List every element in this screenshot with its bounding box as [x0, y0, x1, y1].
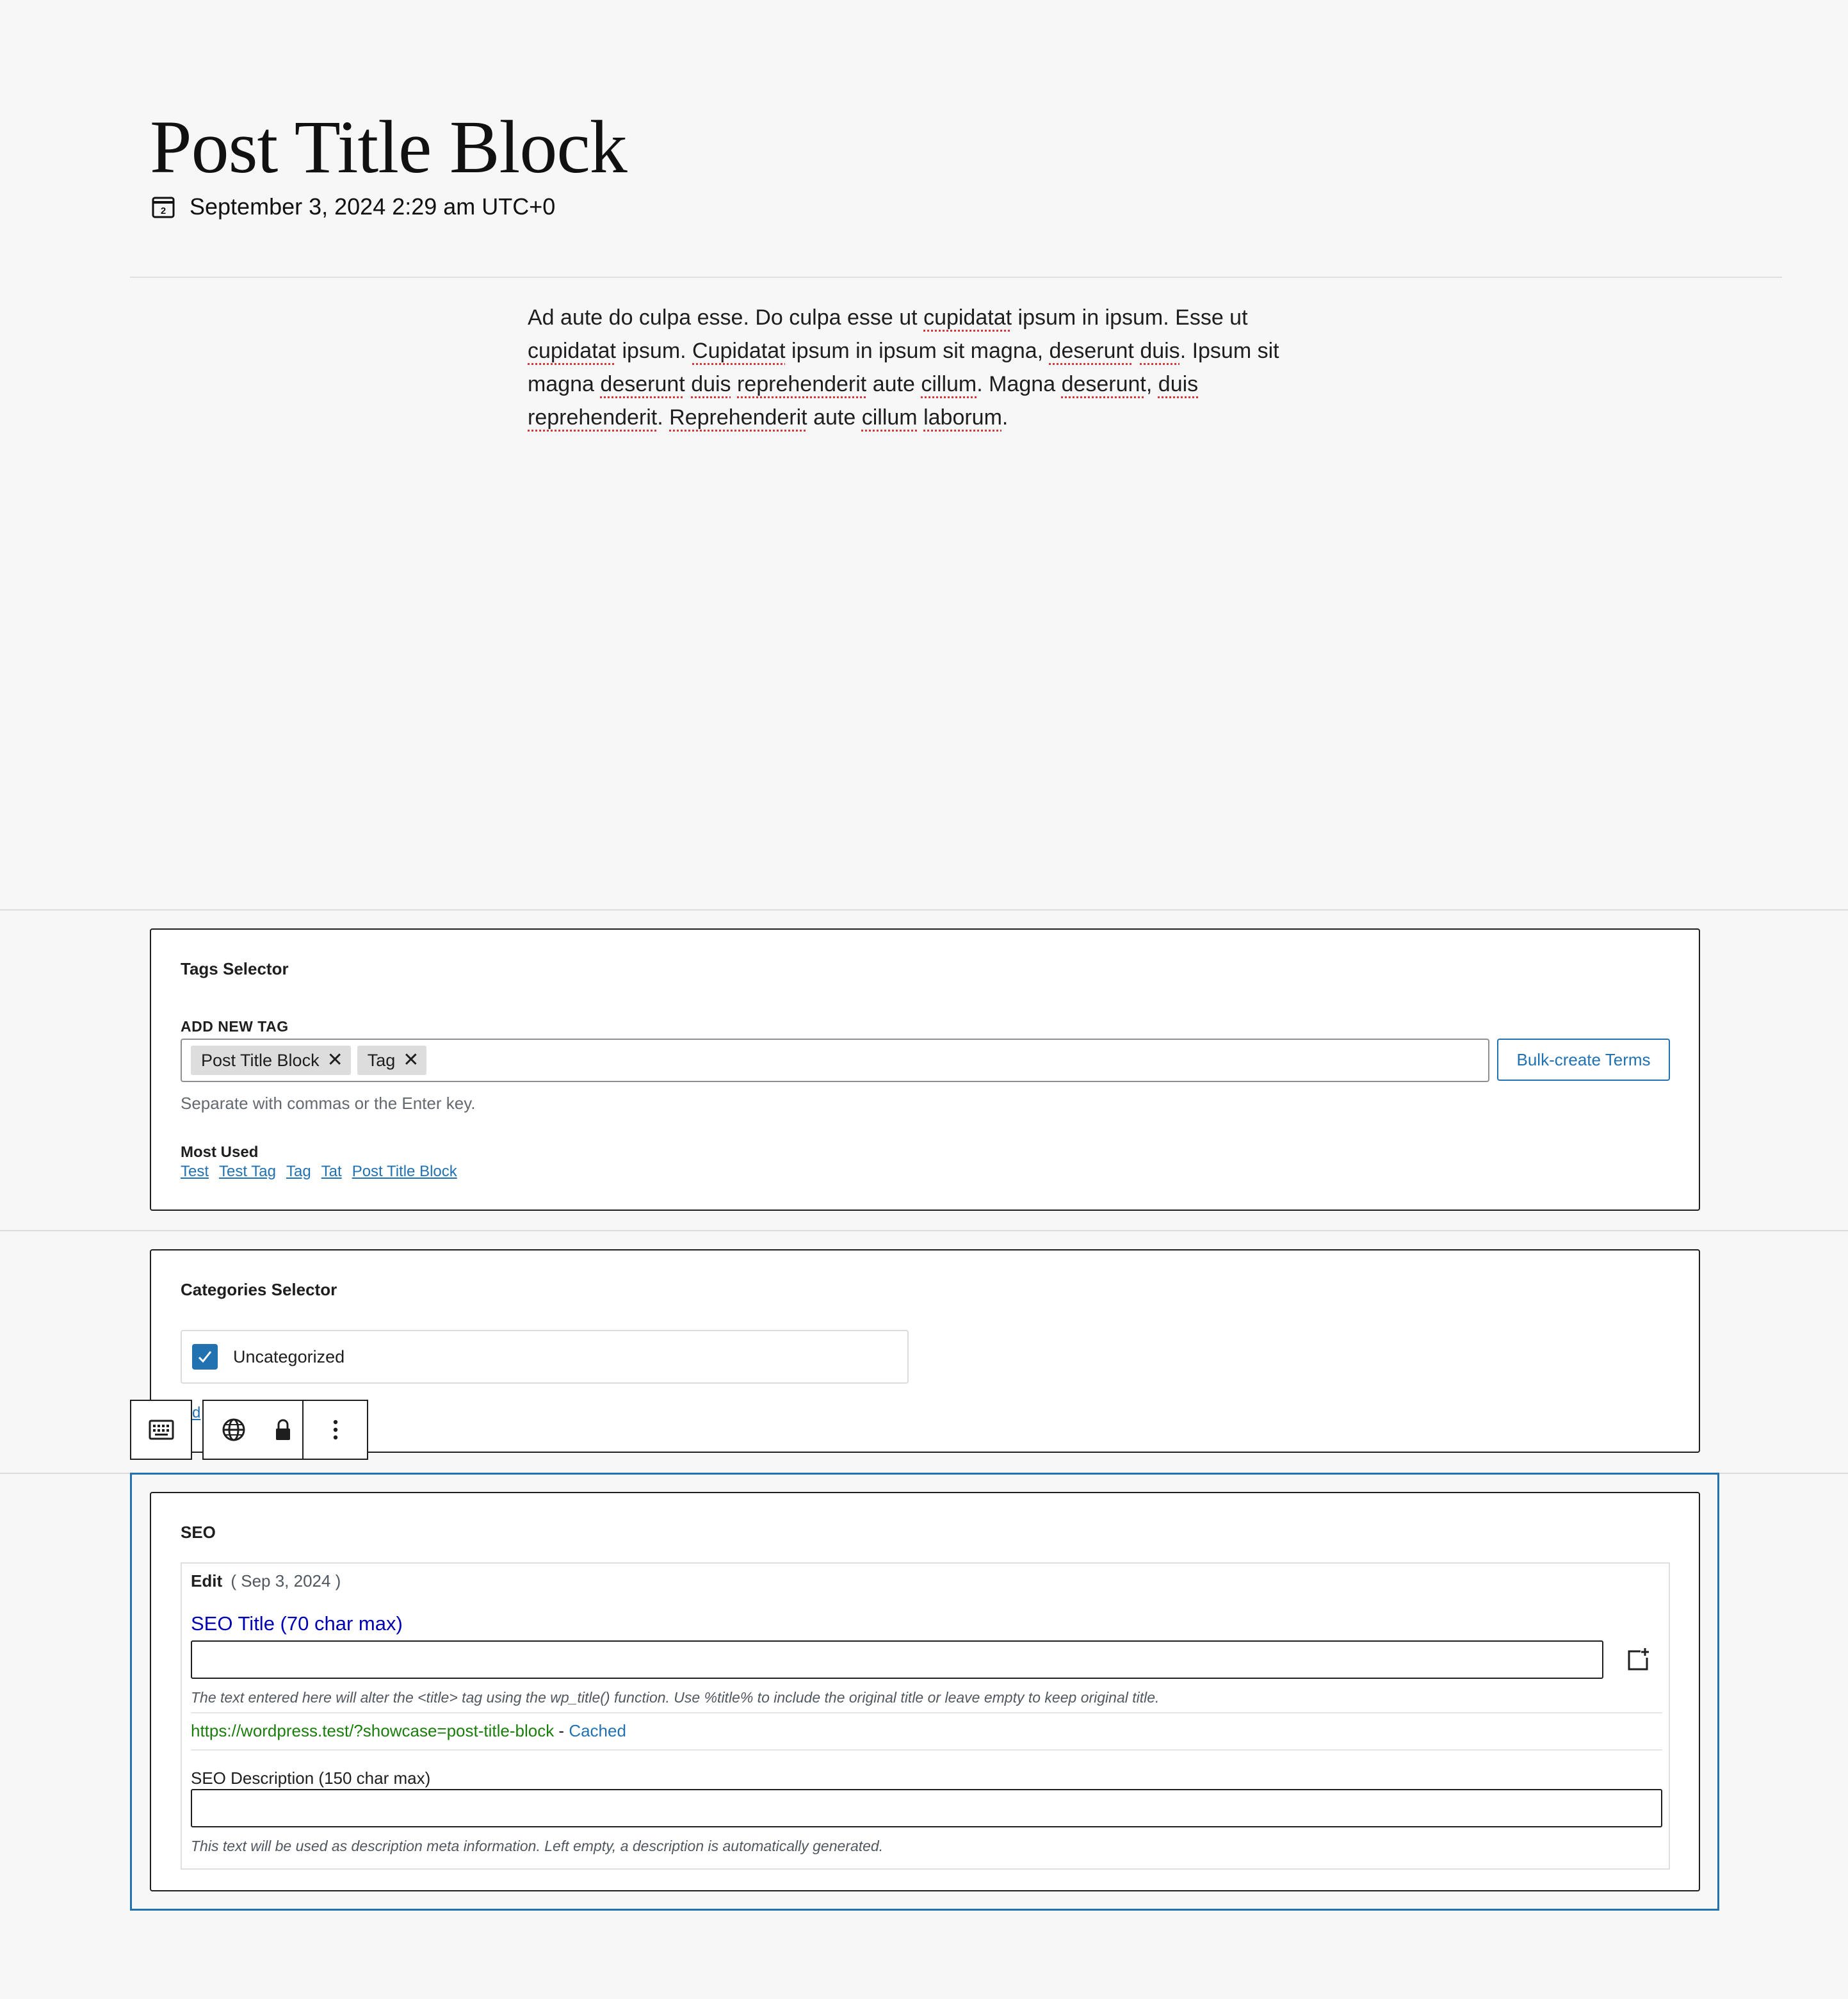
- seo-edit-box: Edit ( Sep 3, 2024 ) SEO Title (70 char …: [181, 1562, 1670, 1870]
- misspelled-word: deserunt: [1061, 372, 1146, 396]
- keyboard-icon: [149, 1420, 174, 1440]
- more-vertical-icon: [333, 1420, 337, 1440]
- post-date: 2 September 3, 2024 2:29 am UTC+0: [151, 193, 555, 220]
- content-text: ipsum.: [616, 339, 693, 363]
- seo-url-row: https://wordpress.test/?showcase=post-ti…: [191, 1721, 626, 1741]
- more-options-button[interactable]: [304, 1401, 367, 1459]
- block-type-button[interactable]: [130, 1400, 192, 1460]
- misspelled-word: duis: [691, 372, 731, 396]
- globe-button[interactable]: [204, 1401, 264, 1459]
- seo-divider: [191, 1749, 1662, 1751]
- add-category-link[interactable]: d: [192, 1404, 200, 1422]
- remove-tag-icon[interactable]: ✕: [327, 1051, 343, 1070]
- seo-divider: [191, 1712, 1662, 1713]
- tags-help-text: Separate with commas or the Enter key.: [181, 1094, 476, 1113]
- globe-icon: [222, 1418, 245, 1441]
- content-text: . Magna: [977, 372, 1062, 396]
- content-text: ipsum in ipsum sit magna,: [785, 339, 1050, 363]
- bulk-create-terms-button[interactable]: Bulk-create Terms: [1497, 1039, 1670, 1081]
- seo-url-separator: -: [554, 1721, 569, 1740]
- misspelled-word: cupidatat: [528, 339, 616, 363]
- content-text: [731, 372, 737, 396]
- section-divider: [0, 1230, 1848, 1231]
- cached-link[interactable]: Cached: [569, 1721, 626, 1740]
- block-toolbar: [202, 1400, 368, 1460]
- tag-token-label: Tag: [367, 1050, 396, 1070]
- seo-edit-date: ( Sep 3, 2024 ): [231, 1571, 341, 1590]
- category-label: Uncategorized: [233, 1347, 345, 1366]
- misspelled-word: reprehenderit: [737, 372, 867, 396]
- most-used-tag-link[interactable]: Post Title Block: [352, 1163, 457, 1181]
- category-item[interactable]: Uncategorized: [181, 1330, 909, 1384]
- post-title[interactable]: Post Title Block: [150, 102, 628, 192]
- misspelled-word: duis: [1158, 372, 1199, 396]
- content-text: ,: [1146, 372, 1158, 396]
- check-icon: [198, 1351, 212, 1363]
- content-text: [1134, 339, 1140, 363]
- most-used-tag-link[interactable]: Test: [181, 1163, 209, 1181]
- add-new-tag-label: ADD NEW TAG: [181, 1018, 289, 1035]
- misspelled-word: reprehenderit: [528, 405, 658, 430]
- most-used-tags: Test Test Tag Tag Tat Post Title Block: [181, 1163, 457, 1181]
- most-used-tag-link[interactable]: Test Tag: [219, 1163, 276, 1181]
- calendar-day: 2: [161, 206, 166, 216]
- misspelled-word: duis: [1140, 339, 1180, 363]
- most-used-tag-link[interactable]: Tag: [286, 1163, 311, 1181]
- seo-description-input[interactable]: [191, 1789, 1662, 1827]
- misspelled-word: deserunt: [1049, 339, 1134, 363]
- add-template-icon: [1628, 1648, 1649, 1671]
- categories-selector-panel: Categories Selector Uncategorized d: [150, 1249, 1700, 1453]
- tag-token-label: Post Title Block: [201, 1050, 320, 1070]
- section-divider: [0, 909, 1848, 910]
- seo-url[interactable]: https://wordpress.test/?showcase=post-ti…: [191, 1721, 554, 1740]
- seo-description-help: This text will be used as description me…: [191, 1838, 884, 1854]
- content-text: [685, 372, 691, 396]
- seo-title-help: The text entered here will alter the <ti…: [191, 1689, 1160, 1706]
- misspelled-word: Reprehenderit: [669, 405, 807, 430]
- tag-token: Post Title Block ✕: [191, 1046, 351, 1075]
- seo-edit-label[interactable]: Edit: [191, 1571, 222, 1590]
- seo-description-label: SEO Description (150 char max): [191, 1768, 431, 1788]
- content-text: aute: [866, 372, 921, 396]
- misspelled-word: cillum: [921, 372, 977, 396]
- seo-title-label: SEO Title (70 char max): [191, 1612, 403, 1635]
- tag-token: Tag ✕: [357, 1046, 427, 1075]
- post-content-paragraph[interactable]: Ad aute do culpa esse. Do culpa esse ut …: [528, 301, 1334, 434]
- most-used-tag-link[interactable]: Tat: [321, 1163, 342, 1181]
- content-text: Ad aute do culpa esse. Do culpa esse ut: [528, 305, 924, 330]
- seo-title-input[interactable]: [191, 1640, 1603, 1679]
- misspelled-word: Cupidatat: [692, 339, 786, 363]
- lock-icon: [276, 1419, 290, 1440]
- lock-button[interactable]: [264, 1401, 304, 1459]
- tag-token-input[interactable]: Post Title Block ✕ Tag ✕: [181, 1039, 1489, 1082]
- content-text: aute: [807, 405, 862, 430]
- tags-selector-title: Tags Selector: [181, 959, 289, 978]
- misspelled-word: laborum: [923, 405, 1002, 430]
- content-text: .: [657, 405, 670, 430]
- category-checkbox[interactable]: [192, 1344, 218, 1370]
- misspelled-word: cillum: [861, 405, 918, 430]
- remove-tag-icon[interactable]: ✕: [403, 1051, 419, 1070]
- misspelled-word: deserunt: [600, 372, 685, 396]
- categories-selector-title: Categories Selector: [181, 1280, 337, 1299]
- header-divider: [130, 277, 1782, 278]
- calendar-icon: 2: [152, 197, 175, 218]
- seo-edit-header: Edit ( Sep 3, 2024 ): [191, 1571, 341, 1591]
- content-text: [918, 405, 923, 430]
- post-date-text: September 3, 2024 2:29 am UTC+0: [190, 193, 556, 220]
- content-text: .: [1001, 405, 1009, 430]
- tags-selector-panel: Tags Selector ADD NEW TAG Post Title Blo…: [150, 928, 1700, 1211]
- seo-panel: SEO Edit ( Sep 3, 2024 ) SEO Title (70 c…: [150, 1492, 1700, 1891]
- seo-title: SEO: [181, 1523, 216, 1542]
- insert-title-button[interactable]: [1623, 1644, 1653, 1675]
- content-text: ipsum in ipsum. Esse ut: [1012, 305, 1248, 330]
- most-used-label: Most Used: [181, 1144, 259, 1161]
- misspelled-word: cupidatat: [923, 305, 1012, 330]
